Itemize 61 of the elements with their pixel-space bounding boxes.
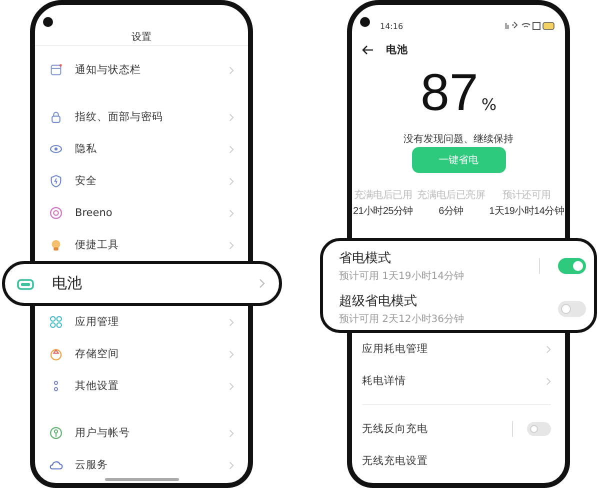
mode-title: 超级省电模式 xyxy=(339,292,418,310)
pie-icon xyxy=(49,347,63,361)
settings-item[interactable]: 应用耗电管理 xyxy=(352,333,565,365)
settings-item[interactable]: 应用管理 xyxy=(35,306,248,338)
stat-label: 充满电后已用 xyxy=(354,188,412,202)
settings-item[interactable]: 安全 xyxy=(35,165,248,197)
chevron-icon xyxy=(229,112,234,122)
settings-item[interactable]: 用户与帐号 xyxy=(35,417,248,449)
status-message: 没有发现问题、继续保持 xyxy=(404,133,514,147)
chevron-icon xyxy=(229,208,234,218)
panel-icon xyxy=(49,63,63,77)
grid-icon xyxy=(49,315,63,329)
settings-item[interactable]: 无线充电设置 xyxy=(352,445,565,477)
toggle-switch[interactable] xyxy=(558,258,586,274)
chevron-icon xyxy=(546,376,551,386)
chevron-icon xyxy=(229,66,234,74)
back-arrow-icon[interactable] xyxy=(362,45,374,55)
chevron-icon xyxy=(229,240,234,250)
settings-item[interactable]: 指纹、面部与密码 xyxy=(35,101,248,133)
settings-item[interactable]: 其他设置 xyxy=(35,370,248,402)
chevron-icon xyxy=(229,382,234,390)
settings-item[interactable]: 耗电详情 xyxy=(352,365,565,397)
stat-label: 充满电后已亮屏 xyxy=(417,188,485,202)
chevron-icon xyxy=(229,428,234,438)
battery-percent: 87 xyxy=(420,66,478,120)
person-icon xyxy=(49,426,63,440)
settings-item[interactable]: 存储空间 xyxy=(35,338,248,370)
settings-item[interactable]: 便捷工具 xyxy=(35,229,248,261)
target-icon xyxy=(49,206,63,220)
status-time: 14:16 xyxy=(380,22,404,30)
stat-value: 1天19小时14分钟 xyxy=(489,204,564,218)
toggle-switch[interactable] xyxy=(527,422,551,436)
stat-label: 预计还可用 xyxy=(502,188,551,202)
screen-title: 电池 xyxy=(386,43,408,57)
status-icons xyxy=(505,21,555,31)
settings-item[interactable]: Breeno xyxy=(35,197,248,229)
eye-icon xyxy=(49,142,63,156)
toggle-switch[interactable] xyxy=(558,300,586,317)
lock-icon xyxy=(49,110,63,124)
chevron-icon xyxy=(546,344,551,354)
shield-icon xyxy=(49,174,63,188)
settings-item[interactable]: 通知与状态栏 xyxy=(35,52,248,88)
chevron-icon xyxy=(229,460,234,470)
camera-dot xyxy=(43,17,53,27)
settings-item[interactable]: 隐私 xyxy=(35,133,248,165)
chevron-icon xyxy=(229,318,234,326)
camera-dot xyxy=(360,17,370,27)
chevron-icon xyxy=(229,350,234,358)
settings-item[interactable]: 电池 xyxy=(2,261,282,306)
chevron-icon xyxy=(229,176,234,186)
chevron-icon xyxy=(229,144,234,154)
screen-title: 设置 xyxy=(132,32,152,43)
stat-value: 6分钟 xyxy=(438,204,464,218)
chevron-icon xyxy=(259,278,265,289)
mode-title: 省电模式 xyxy=(339,250,392,268)
stat-value: 21小时25分钟 xyxy=(353,204,413,218)
mode-subtitle: 预计可用 1天19小时14分钟 xyxy=(339,270,465,284)
settings-item[interactable]: 无线反向充电 xyxy=(352,413,565,445)
mode-subtitle: 预计可用 2天12小时36分钟 xyxy=(339,312,465,326)
settings-item[interactable]: 云服务 xyxy=(35,449,248,481)
percent-sign: % xyxy=(481,95,497,114)
